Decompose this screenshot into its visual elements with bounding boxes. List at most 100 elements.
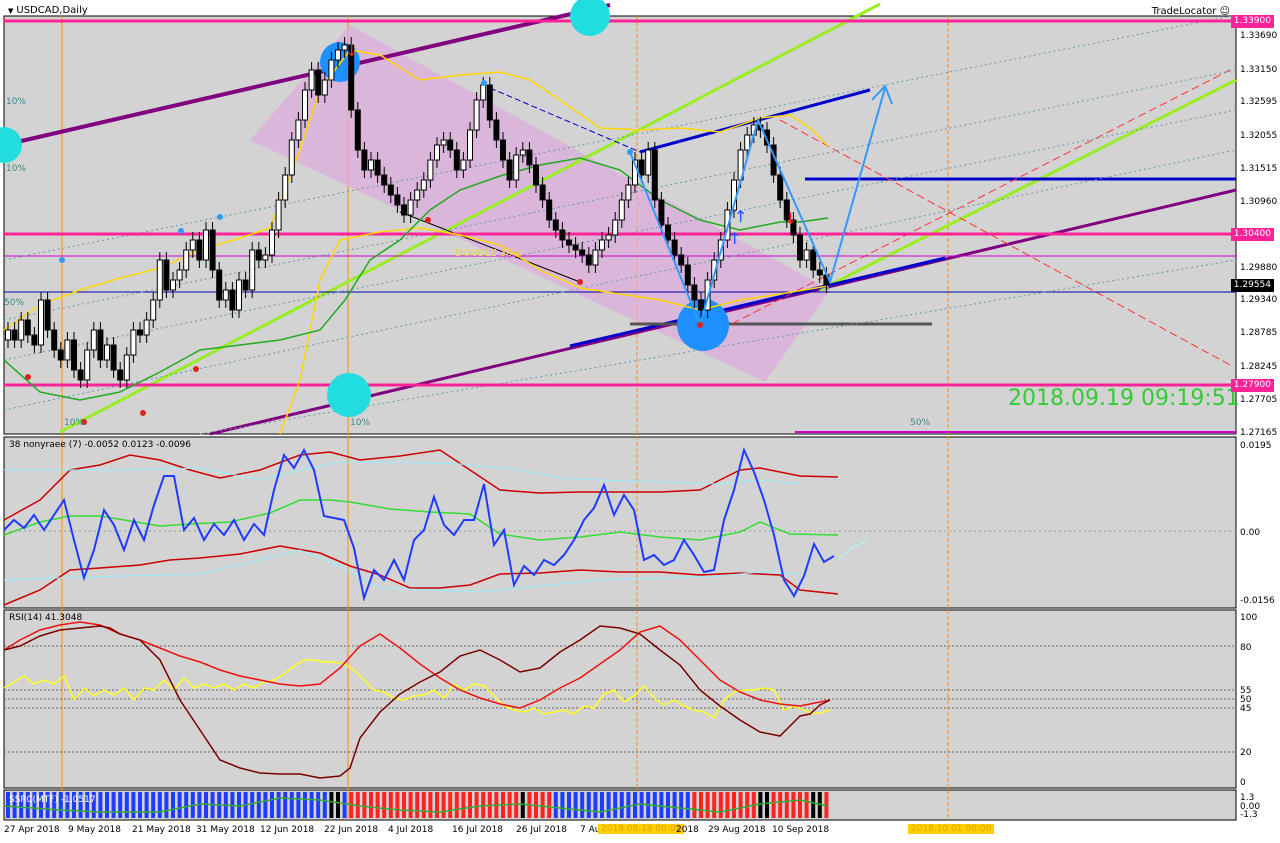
ssrc-bar (547, 792, 552, 818)
candle-body (605, 234, 612, 241)
svg-text:0.0195: 0.0195 (1240, 441, 1272, 451)
ssrc-bar (435, 792, 439, 818)
candle-body (249, 249, 256, 291)
sell-arrow-icon: ↓ (784, 209, 797, 228)
svg-text:-0.0156: -0.0156 (1240, 596, 1275, 606)
candle-body (381, 174, 388, 186)
ssrc-title: SSRC(MTF) -1.0517 (9, 795, 96, 805)
candle-body (625, 184, 632, 201)
ssrc-bar (791, 792, 796, 818)
ssrc-bar (580, 792, 585, 818)
candle-body (546, 199, 553, 221)
candle-body (11, 329, 18, 341)
candle-body (533, 164, 539, 186)
price-tick-label: 1.27705 (1240, 395, 1277, 405)
candle-body (315, 69, 322, 96)
date-label: 22 Jun 2018 (324, 825, 379, 835)
chart-window[interactable]: ↓ ↓ ↑ ↑ 1.336901.331501.325951.320551.31… (0, 0, 1280, 843)
svg-text:0: 0 (1240, 778, 1246, 788)
svg-text:100: 100 (1240, 613, 1257, 623)
candle-body (638, 159, 645, 176)
ssrc-bar (712, 792, 717, 818)
candle-body (810, 249, 817, 271)
ssrc-bar (309, 792, 314, 818)
candle-body (236, 279, 242, 311)
price-box-level: 1.30400 (1230, 228, 1274, 241)
ssrc-bar (685, 792, 690, 818)
candle-body (229, 289, 236, 311)
candle-body (691, 284, 698, 301)
candle-body (374, 159, 381, 176)
date-label: 16 Jul 2018 (452, 825, 503, 835)
ssrc-bar (784, 792, 789, 818)
candle-body (77, 369, 84, 381)
ssrc-bar (606, 792, 611, 818)
ssrc-bar (289, 792, 294, 818)
ssrc-bar (283, 792, 288, 818)
price-tick-label: 1.33150 (1240, 65, 1277, 75)
svg-text:-1.3: -1.3 (1240, 810, 1258, 820)
candle-body (566, 239, 572, 246)
candle-body (156, 259, 163, 301)
ssrc-bar (408, 792, 413, 818)
candle-body (84, 349, 91, 381)
price-tick-label: 1.32595 (1240, 97, 1277, 107)
ssrc-bar (798, 792, 802, 818)
date-label: 2018 (676, 825, 699, 835)
ssrc-bar (745, 792, 750, 818)
oscillator-panel[interactable] (3, 436, 1237, 609)
buy-arrow-icon: ↑ (734, 207, 747, 226)
candle-body (500, 139, 506, 161)
ssrc-bar (329, 792, 334, 818)
svg-text:50%: 50% (4, 298, 24, 308)
candle-body (579, 249, 586, 256)
date-label: 21 May 2018 (132, 825, 191, 835)
ssrc-bar (560, 792, 565, 818)
candle-body (539, 184, 546, 201)
dropdown-arrow-icon[interactable]: ▼ (8, 7, 13, 15)
symbol-title[interactable]: ▼ USDCAD,Daily (8, 5, 88, 16)
date-label: 31 May 2018 (196, 825, 255, 835)
candle-body (31, 334, 38, 346)
ssrc-bar (402, 792, 406, 818)
ssrc-bar (144, 792, 149, 818)
ssrc-bar (322, 792, 327, 818)
candle-body (407, 199, 414, 216)
ssrc-bar (540, 792, 545, 818)
ssrc-bar (415, 792, 420, 818)
candle-body (592, 249, 599, 266)
ssrc-bar (382, 792, 387, 818)
ssrc-bar (369, 792, 373, 818)
candle-body (64, 339, 71, 361)
ssrc-bar (124, 792, 129, 818)
ssrc-bar (553, 792, 558, 818)
candle-body (222, 289, 229, 301)
candle-body (255, 249, 262, 261)
candle-body (387, 184, 394, 196)
candle-body (698, 299, 704, 311)
candle-body (176, 269, 183, 281)
candle-body (559, 229, 566, 241)
candle-body (414, 189, 421, 201)
tradelocator-label[interactable]: TradeLocator ☺ (1152, 6, 1230, 17)
ssrc-bar (804, 792, 809, 818)
ssrc-bar (421, 792, 426, 818)
ssrc-bar (171, 792, 175, 818)
ssrc-bar (177, 792, 182, 818)
ssrc-bar (672, 792, 677, 818)
ssrc-axis: 1.3 0.00 -1.3 (1240, 793, 1260, 820)
date-highlight: 2018.10.01 00:00 (908, 824, 995, 834)
ssrc-bar (778, 792, 783, 818)
ssrc-bar (362, 792, 367, 818)
svg-text:50%: 50% (910, 418, 930, 428)
ssrc-bar (118, 792, 123, 818)
price-tick-label: 1.28245 (1240, 362, 1277, 372)
sell-arrow-icon: ↓ (345, 41, 358, 60)
candle-body (651, 149, 658, 201)
candle-body (97, 329, 104, 361)
ssrc-bar (98, 792, 103, 818)
candle-body (678, 254, 685, 266)
candle-body (420, 179, 427, 191)
candle-body (150, 299, 157, 321)
svg-text:45: 45 (1240, 704, 1251, 714)
